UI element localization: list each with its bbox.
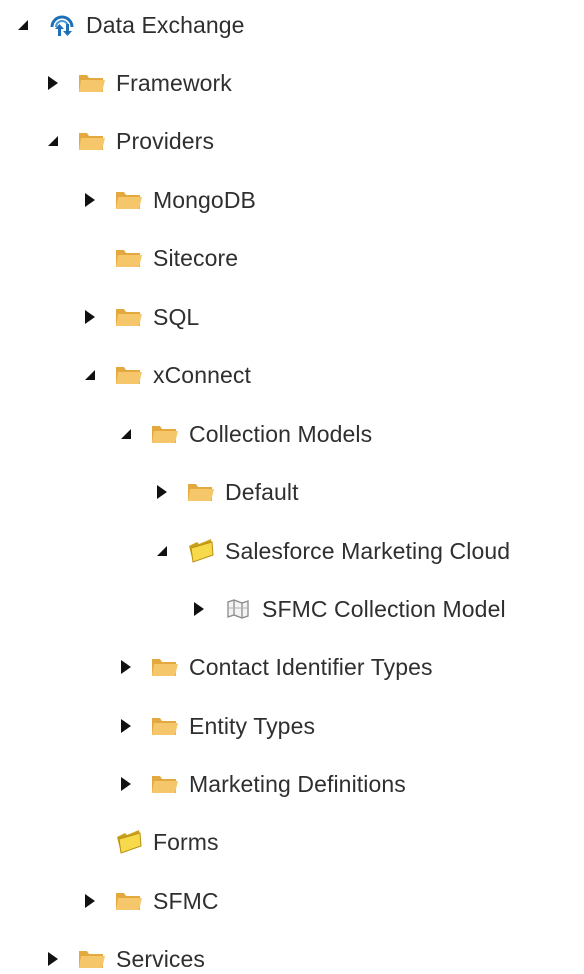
yellow-folder-icon: [115, 828, 143, 856]
tree-node-label: Salesforce Marketing Cloud: [225, 538, 511, 564]
tree-node-label: SQL: [153, 304, 200, 330]
tree-node-mongodb[interactable]: MongoDB: [81, 180, 256, 220]
tree-node-label: Services: [116, 946, 205, 972]
folder-icon: [151, 653, 179, 681]
tree-node-label: MongoDB: [153, 187, 256, 213]
expanded-arrow-icon[interactable]: [14, 16, 32, 34]
data-exchange-icon: [48, 11, 76, 39]
collapsed-arrow-icon[interactable]: [117, 717, 135, 735]
tree-node-sfmc[interactable]: SFMC: [81, 881, 219, 921]
folder-icon: [78, 945, 106, 973]
tree-node-label: xConnect: [153, 362, 251, 388]
collapsed-arrow-icon[interactable]: [81, 191, 99, 209]
tree-node-sfmc-collection-model[interactable]: SFMC Collection Model: [190, 589, 506, 629]
tree-node-data-exchange[interactable]: Data Exchange: [14, 5, 245, 45]
folder-icon: [151, 712, 179, 740]
collapsed-arrow-icon[interactable]: [81, 892, 99, 910]
tree-node-contact-identifier-types[interactable]: Contact Identifier Types: [117, 647, 433, 687]
tree-node-default[interactable]: Default: [153, 472, 299, 512]
tree-node-forms[interactable]: Forms: [81, 822, 219, 862]
folder-icon: [151, 420, 179, 448]
tree-node-label: Marketing Definitions: [189, 771, 406, 797]
collapsed-arrow-icon[interactable]: [117, 658, 135, 676]
folder-icon: [115, 244, 143, 272]
folder-icon: [115, 887, 143, 915]
folder-icon: [78, 69, 106, 97]
tree-node-entity-types[interactable]: Entity Types: [117, 706, 315, 746]
collapsed-arrow-icon[interactable]: [81, 308, 99, 326]
expanded-arrow-icon[interactable]: [44, 132, 62, 150]
collapsed-arrow-icon[interactable]: [153, 483, 171, 501]
collapsed-arrow-icon[interactable]: [44, 950, 62, 968]
tree-node-label: Data Exchange: [86, 12, 245, 38]
folder-icon: [78, 127, 106, 155]
tree-node-services[interactable]: Services: [44, 939, 205, 974]
map-icon: [224, 595, 252, 623]
tree-node-label: Providers: [116, 128, 215, 154]
content-tree: Data Exchange Framework Providers MongoD…: [0, 0, 584, 974]
tree-node-sql[interactable]: SQL: [81, 297, 199, 337]
folder-icon: [151, 770, 179, 798]
folder-icon: [115, 303, 143, 331]
tree-node-salesforce-marketing-cloud[interactable]: Salesforce Marketing Cloud: [153, 531, 510, 571]
tree-node-label: SFMC Collection Model: [262, 596, 506, 622]
tree-node-label: Framework: [116, 70, 232, 96]
collapsed-arrow-icon[interactable]: [190, 600, 208, 618]
expanded-arrow-icon[interactable]: [153, 542, 171, 560]
folder-icon: [115, 361, 143, 389]
tree-node-label: SFMC: [153, 888, 219, 914]
expanded-arrow-icon[interactable]: [117, 425, 135, 443]
tree-node-providers[interactable]: Providers: [44, 121, 214, 161]
tree-node-collection-models[interactable]: Collection Models: [117, 414, 372, 454]
collapsed-arrow-icon[interactable]: [117, 775, 135, 793]
tree-node-label: Contact Identifier Types: [189, 654, 433, 680]
tree-node-label: Sitecore: [153, 245, 239, 271]
folder-icon: [187, 478, 215, 506]
tree-node-xconnect[interactable]: xConnect: [81, 355, 251, 395]
collapsed-arrow-icon[interactable]: [44, 74, 62, 92]
tree-node-framework[interactable]: Framework: [44, 63, 232, 103]
tree-node-label: Entity Types: [189, 713, 316, 739]
tree-node-sitecore[interactable]: Sitecore: [81, 238, 238, 278]
tree-node-marketing-definitions[interactable]: Marketing Definitions: [117, 764, 406, 804]
yellow-folder-icon: [187, 537, 215, 565]
tree-node-label: Collection Models: [189, 421, 373, 447]
tree-node-label: Default: [225, 479, 299, 505]
folder-icon: [115, 186, 143, 214]
tree-node-label: Forms: [153, 829, 219, 855]
expanded-arrow-icon[interactable]: [81, 366, 99, 384]
